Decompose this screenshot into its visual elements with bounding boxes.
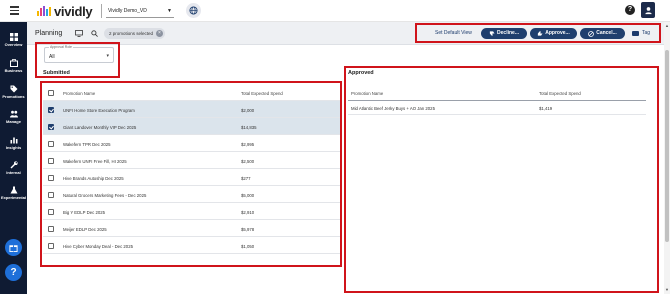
sidebar-item-manage[interactable]: Manage	[0, 110, 27, 124]
sidebar: Overview Business Promotions Manage Insi…	[0, 22, 27, 294]
sidebar-item-label: Overview	[4, 42, 23, 47]
sidebar-item-label: Internal	[6, 170, 21, 175]
clear-selection-icon[interactable]: ×	[156, 30, 163, 37]
page-title: Planning	[35, 30, 63, 37]
environment-value: Vividly Demo_VD	[108, 8, 147, 14]
gift-button[interactable]	[5, 239, 22, 256]
help-chat-button[interactable]: ?	[5, 264, 22, 281]
business-icon	[9, 59, 18, 67]
sidebar-item-insights[interactable]: Insights	[0, 136, 27, 150]
sidebar-item-label: Experimental	[0, 195, 27, 200]
logo-mark	[37, 6, 51, 16]
gift-icon	[9, 245, 18, 252]
selection-chip: 2 promotions selected ×	[104, 28, 165, 39]
highlight-action-buttons	[415, 23, 661, 43]
sidebar-item-promotions[interactable]: Promotions	[0, 85, 27, 99]
user-profile-button[interactable]	[641, 2, 655, 18]
sidebar-item-internal[interactable]: Internal	[0, 161, 27, 175]
logo-text: vividly	[54, 3, 93, 19]
scrollbar-thumb[interactable]	[665, 50, 669, 242]
people-icon	[9, 110, 18, 118]
sidebar-item-overview[interactable]: Overview	[0, 33, 27, 47]
sidebar-item-experimental[interactable]: Experimental	[0, 186, 27, 200]
chevron-down-icon: ▼	[167, 8, 172, 14]
tag-icon	[10, 85, 17, 93]
top-header: vividly Vividly Demo_VD ▼ ?	[0, 0, 670, 22]
sidebar-item-label: Business	[4, 68, 23, 73]
flask-icon	[10, 186, 17, 194]
scroll-down-arrow-icon[interactable]: ▼	[665, 287, 669, 292]
globe-settings-button[interactable]	[186, 3, 201, 18]
highlight-approval-role	[35, 42, 120, 78]
hamburger-menu-icon[interactable]	[10, 6, 19, 15]
highlight-approved-panel	[344, 66, 659, 293]
monitor-view-icon[interactable]	[75, 30, 83, 37]
header-divider	[101, 4, 102, 18]
selection-chip-label: 2 promotions selected	[109, 31, 154, 36]
user-icon	[644, 6, 652, 14]
highlight-submitted-table	[40, 81, 342, 267]
search-icon[interactable]	[91, 30, 98, 37]
environment-select[interactable]: Vividly Demo_VD ▼	[106, 5, 174, 18]
scroll-up-arrow-icon[interactable]: ▲	[665, 23, 669, 28]
sidebar-item-label: Insights	[5, 145, 22, 150]
help-button[interactable]: ?	[625, 5, 635, 15]
vividly-logo[interactable]: vividly	[37, 3, 93, 19]
globe-icon	[189, 6, 198, 15]
sidebar-item-label: Manage	[6, 119, 21, 124]
tools-icon	[10, 161, 18, 169]
sidebar-item-business[interactable]: Business	[0, 59, 27, 73]
sidebar-item-label: Promotions	[2, 94, 25, 99]
overview-grid-icon	[9, 33, 18, 41]
bar-chart-icon	[10, 137, 17, 144]
